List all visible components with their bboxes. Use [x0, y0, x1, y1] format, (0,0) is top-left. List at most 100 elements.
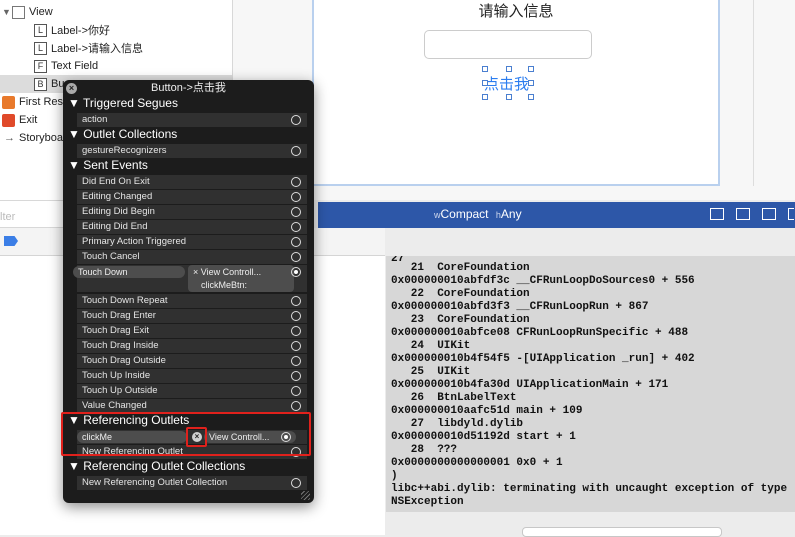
connection-circle-icon[interactable] — [291, 146, 301, 156]
popup-row-gesture-recognizers[interactable]: gestureRecognizers — [77, 144, 307, 158]
view-controller-scene[interactable]: 请输入信息 点击我 — [312, 0, 720, 186]
breakpoint-icon[interactable] — [4, 236, 18, 246]
resize-grip-icon[interactable] — [301, 491, 310, 500]
click-me-button[interactable]: 点击我 — [484, 73, 534, 94]
action-connection-box[interactable]: × View Controll... clickMeBtn: — [188, 265, 294, 292]
disclosure-triangle-icon[interactable]: ▼ — [68, 459, 83, 473]
outline-item-label: Label->你好 — [51, 25, 111, 37]
disclosure-triangle-icon[interactable]: ▼ — [68, 127, 83, 141]
connection-circle-icon[interactable] — [291, 222, 301, 232]
console-line: 25 UIKit — [391, 366, 471, 378]
connection-circle-icon[interactable] — [291, 296, 301, 306]
console-line: 27 libdyld.dylib — [391, 418, 524, 430]
pin-icon[interactable] — [762, 208, 776, 220]
connection-circle-icon[interactable] — [291, 326, 301, 336]
disclosure-triangle-icon[interactable]: ▼ — [68, 96, 83, 110]
section-outlet-collections[interactable]: ▼ Outlet Collections — [68, 127, 177, 141]
disclosure-triangle-icon[interactable]: ▼ — [2, 7, 12, 17]
sent-event-row[interactable]: Value Changed — [77, 399, 307, 413]
connection-circle-icon[interactable] — [291, 115, 301, 125]
sent-event-row[interactable]: Did End On Exit — [77, 175, 307, 189]
sent-event-row[interactable]: Touch Down Repeat — [77, 294, 307, 308]
stack-view-icon[interactable] — [710, 208, 724, 220]
connection-circle-icon[interactable] — [291, 341, 301, 351]
sent-event-row[interactable]: Editing Did Begin — [77, 205, 307, 219]
connection-circle-icon[interactable] — [291, 386, 301, 396]
connection-circle-icon[interactable] — [291, 478, 301, 488]
connection-circle-icon[interactable] — [291, 237, 301, 247]
sent-event-row[interactable]: Editing Did End — [77, 220, 307, 234]
section-triggered-segues[interactable]: ▼ Triggered Segues — [68, 96, 178, 110]
connection-circle-icon[interactable] — [291, 267, 301, 277]
console-line: 0x000000010abfd3f3 __CFRunLoopRun + 867 — [391, 301, 649, 313]
debug-console[interactable]: 27 21 CoreFoundation 0x000000010abfdf3c _… — [386, 256, 795, 512]
outline-item-storyboard-entry[interactable]: → Storyboa — [4, 129, 63, 147]
popup-row-new-outlet-collection[interactable]: New Referencing Outlet Collection — [77, 476, 307, 490]
console-line: 0x000000010abfdf3c __CFRunLoopDoSources0… — [391, 275, 695, 287]
connection-circle-icon[interactable] — [291, 371, 301, 381]
row-label: Touch Drag Exit — [82, 325, 150, 336]
resize-handle-icon[interactable] — [482, 94, 488, 100]
section-sent-events[interactable]: ▼ Sent Events — [68, 158, 148, 172]
height-class: Any — [500, 207, 522, 221]
resolve-issues-icon[interactable] — [788, 208, 794, 220]
resize-handle-icon[interactable] — [506, 66, 512, 72]
sent-event-row[interactable]: Touch Drag Enter — [77, 309, 307, 323]
resize-handle-icon[interactable] — [528, 66, 534, 72]
row-label: gestureRecognizers — [82, 145, 167, 156]
connection-circle-icon[interactable] — [291, 192, 301, 202]
console-filter-field[interactable] — [522, 527, 722, 537]
sent-event-row[interactable]: Touch Drag Exit — [77, 324, 307, 338]
resize-handle-icon[interactable] — [528, 94, 534, 100]
disclosure-triangle-icon[interactable]: ▼ — [68, 158, 83, 172]
console-line: 22 CoreFoundation — [391, 288, 530, 300]
sent-event-row[interactable]: Touch Up Outside — [77, 384, 307, 398]
action-target-label: View Controll... — [200, 267, 262, 277]
console-line: ) — [391, 470, 398, 482]
resize-handle-icon[interactable] — [506, 94, 512, 100]
sent-event-row[interactable]: Touch Cancel — [77, 250, 307, 264]
outline-item-view[interactable]: ▼ View — [2, 3, 53, 21]
text-field[interactable] — [424, 30, 592, 59]
connection-circle-icon[interactable] — [291, 207, 301, 217]
row-label: Editing Changed — [82, 191, 153, 202]
resize-handle-icon[interactable] — [482, 66, 488, 72]
outline-item-label-input[interactable]: L Label->请输入信息 — [34, 39, 143, 57]
align-icon[interactable] — [736, 208, 750, 220]
outline-item-first-responder[interactable]: First Res — [2, 93, 63, 111]
sent-event-row[interactable]: Editing Changed — [77, 190, 307, 204]
sent-event-row[interactable]: Touch Down × View Controll... clickMeBtn: — [73, 265, 307, 292]
connection-circle-icon[interactable] — [291, 177, 301, 187]
resize-handle-icon[interactable] — [528, 80, 534, 86]
section-title: Referencing Outlet Collections — [83, 459, 246, 473]
row-label: Touch Drag Outside — [82, 355, 166, 366]
outline-item-label: Storyboa — [19, 132, 64, 144]
section-referencing-outlet-collections[interactable]: ▼ Referencing Outlet Collections — [68, 459, 245, 473]
prompt-label[interactable]: 请输入信息 — [314, 0, 718, 21]
console-line: 0x000000010aafc51d main + 109 — [391, 405, 583, 417]
popup-title: Button->点击我 — [151, 82, 226, 94]
size-class-bar[interactable]: wCompact hAny — [318, 202, 795, 228]
row-label: New Referencing Outlet Collection — [82, 477, 228, 488]
outline-item-label: View — [29, 6, 53, 18]
event-name-pill[interactable]: Touch Down — [73, 266, 185, 278]
sent-event-row[interactable]: Touch Up Inside — [77, 369, 307, 383]
remove-connection-icon[interactable]: × — [193, 267, 201, 277]
connection-circle-icon[interactable] — [291, 401, 301, 411]
outline-item-exit[interactable]: Exit — [2, 111, 37, 129]
connection-circle-icon[interactable] — [291, 311, 301, 321]
sent-event-row[interactable]: Touch Drag Outside — [77, 354, 307, 368]
size-class-label[interactable]: wCompact hAny — [434, 207, 522, 221]
outline-item-textfield[interactable]: F Text Field — [34, 57, 98, 75]
outline-item-label-nihao[interactable]: L Label->你好 — [34, 21, 110, 39]
sent-event-row[interactable]: Primary Action Triggered — [77, 235, 307, 249]
storyboard-arrow-icon: → — [4, 132, 15, 144]
popup-row-action[interactable]: action — [77, 113, 307, 127]
view-icon — [12, 5, 25, 19]
connections-inspector-popup[interactable]: Button->点击我 × ▼ Triggered Segues action … — [61, 80, 314, 503]
close-icon[interactable]: × — [66, 83, 77, 94]
connection-circle-icon[interactable] — [291, 252, 301, 262]
sent-event-row[interactable]: Touch Drag Inside — [77, 339, 307, 353]
connection-circle-icon[interactable] — [291, 356, 301, 366]
resize-handle-icon[interactable] — [482, 80, 488, 86]
